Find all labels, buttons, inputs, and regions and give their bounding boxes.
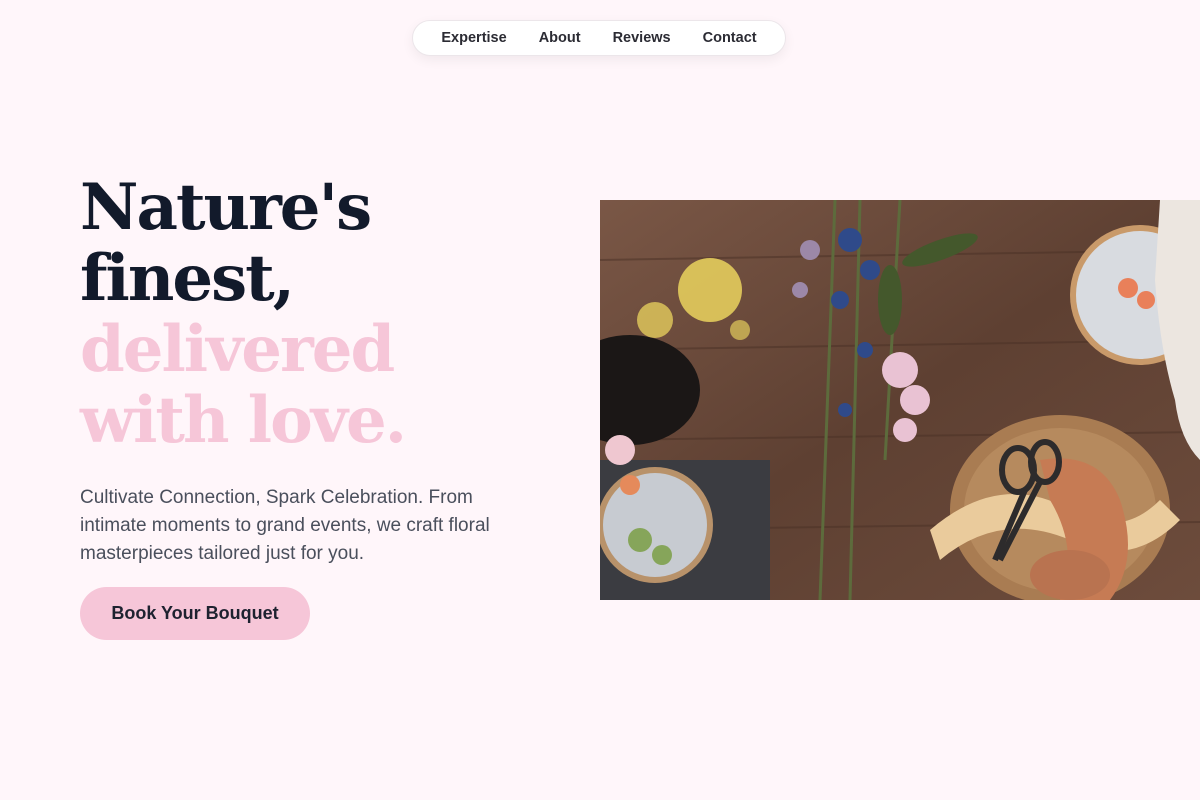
nav-link-about[interactable]: About [539, 30, 581, 46]
nav-link-reviews[interactable]: Reviews [613, 30, 671, 46]
hero-image [600, 200, 1200, 600]
nav-link-contact[interactable]: Contact [703, 30, 757, 46]
book-bouquet-button[interactable]: Book Your Bouquet [80, 587, 310, 640]
hero-title-line-2: finest, [80, 241, 295, 316]
nav-link-expertise[interactable]: Expertise [441, 30, 506, 46]
hero-title-line-1: Nature's [80, 170, 372, 245]
hero-title: Nature's finest, delivered with love. [80, 170, 407, 458]
florist-workbench-photo [600, 200, 1200, 600]
hero-accent-line-1: delivered [80, 312, 395, 387]
hero-subtitle: Cultivate Connection, Spark Celebration.… [80, 487, 490, 564]
hero-accent-line-2: with love. [80, 383, 407, 458]
top-nav: Expertise About Reviews Contact [412, 20, 786, 56]
